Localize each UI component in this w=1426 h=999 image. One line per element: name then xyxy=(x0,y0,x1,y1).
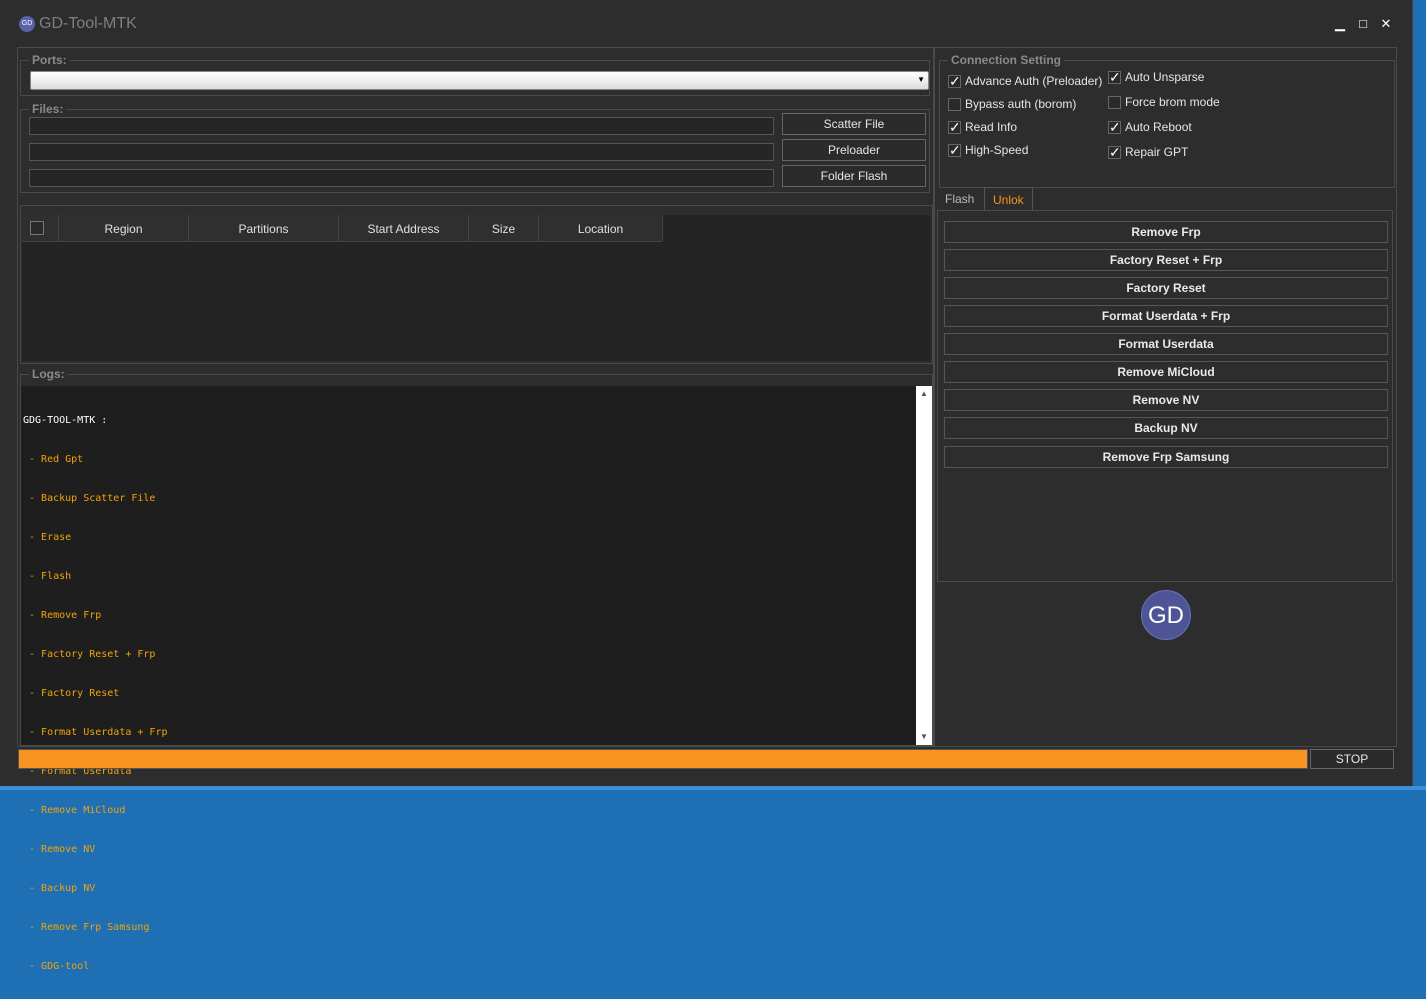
partitions-group: Region Partitions Start Address Size Loc… xyxy=(20,205,933,364)
app-window: GD GD-Tool-MTK ▁ □ ✕ Ports: ▼ Files: Sca… xyxy=(0,0,1413,972)
logs-output[interactable]: GDG-TOOL-MTK : - Red Gpt - Backup Scatte… xyxy=(21,386,932,972)
log-line: - Factory Reset xyxy=(23,688,120,699)
select-all-checkbox[interactable] xyxy=(30,221,44,235)
scatter-file-input[interactable] xyxy=(29,117,774,135)
maximize-button[interactable]: □ xyxy=(1355,16,1371,32)
window-title: GD-Tool-MTK xyxy=(39,15,137,32)
log-line: - Backup Scatter File xyxy=(23,493,156,504)
advance-auth-checkbox[interactable]: Advance Auth (Preloader) xyxy=(948,73,1103,90)
log-header: GDG-TOOL-MTK : xyxy=(23,415,108,426)
scroll-down-icon[interactable]: ▼ xyxy=(916,729,932,745)
unlok-tab-panel: Remove Frp Factory Reset + Frp Factory R… xyxy=(937,210,1393,582)
backup-nv-button[interactable]: Backup NV xyxy=(944,417,1388,439)
title-bar: GD GD-Tool-MTK ▁ □ ✕ xyxy=(0,0,1412,46)
tab-flash[interactable]: Flash xyxy=(937,187,982,211)
remove-frp-samsung-button[interactable]: Remove Frp Samsung xyxy=(944,446,1388,468)
log-line: - Factory Reset + Frp xyxy=(23,649,156,660)
high-speed-checkbox[interactable]: High-Speed xyxy=(948,142,1029,159)
auto-reboot-label: Auto Reboot xyxy=(1125,120,1192,134)
checkbox-unchecked-icon[interactable] xyxy=(948,97,961,111)
checkbox-checked-icon[interactable] xyxy=(1108,69,1121,86)
checkbox-unchecked-icon[interactable] xyxy=(1108,95,1121,109)
remove-micloud-button[interactable]: Remove MiCloud xyxy=(944,361,1388,383)
progress-bar xyxy=(18,749,1308,769)
log-line: - Remove Frp xyxy=(23,610,102,621)
taskbar-strip xyxy=(0,786,1426,790)
checkbox-checked-icon[interactable] xyxy=(948,73,961,90)
stop-button[interactable]: STOP xyxy=(1310,749,1394,769)
minimize-button[interactable]: ▁ xyxy=(1332,16,1348,32)
remove-frp-button[interactable]: Remove Frp xyxy=(944,221,1388,243)
logs-scrollbar[interactable]: ▲ ▼ xyxy=(916,386,932,745)
connection-setting-title: Connection Setting xyxy=(948,53,1064,67)
ports-group: Ports: ▼ xyxy=(20,53,930,96)
ports-title: Ports: xyxy=(29,53,70,67)
files-group: Files: Scatter File Preloader Folder Fla… xyxy=(20,102,930,193)
checkbox-checked-icon[interactable] xyxy=(948,142,961,159)
partitions-table: Region Partitions Start Address Size Loc… xyxy=(22,215,930,361)
force-brom-checkbox[interactable]: Force brom mode xyxy=(1108,95,1220,109)
bypass-auth-label: Bypass auth (borom) xyxy=(965,97,1077,111)
log-line: - Remove MiCloud xyxy=(23,805,126,816)
chevron-down-icon[interactable]: ▼ xyxy=(917,75,925,84)
repair-gpt-checkbox[interactable]: Repair GPT xyxy=(1108,144,1189,161)
preloader-input[interactable] xyxy=(29,143,774,161)
log-line: - Flash xyxy=(23,571,72,582)
log-line: - Backup NV xyxy=(23,883,96,894)
read-info-checkbox[interactable]: Read Info xyxy=(948,119,1018,136)
scroll-up-icon[interactable]: ▲ xyxy=(916,386,932,402)
format-userdata-button[interactable]: Format Userdata xyxy=(944,333,1388,355)
table-header: Region Partitions Start Address Size Loc… xyxy=(22,215,663,242)
auto-unsparse-checkbox[interactable]: Auto Unsparse xyxy=(1108,69,1205,86)
auto-reboot-checkbox[interactable]: Auto Reboot xyxy=(1108,119,1192,136)
left-panel: Ports: ▼ Files: Scatter File Preloader F… xyxy=(17,47,934,972)
remove-nv-button[interactable]: Remove NV xyxy=(944,389,1388,411)
checkbox-checked-icon[interactable] xyxy=(1108,119,1121,136)
column-size[interactable]: Size xyxy=(469,215,539,241)
force-brom-label: Force brom mode xyxy=(1125,95,1220,109)
log-line: - GDG-tool xyxy=(23,961,90,972)
gd-logo: GD xyxy=(1141,590,1191,640)
log-line: - Red Gpt xyxy=(23,454,84,465)
column-location[interactable]: Location xyxy=(539,215,663,241)
factory-reset-frp-button[interactable]: Factory Reset + Frp xyxy=(944,249,1388,271)
bypass-auth-checkbox[interactable]: Bypass auth (borom) xyxy=(948,97,1076,111)
auto-unsparse-label: Auto Unsparse xyxy=(1125,70,1205,84)
high-speed-label: High-Speed xyxy=(965,143,1029,157)
scatter-file-button[interactable]: Scatter File xyxy=(782,113,926,135)
log-line: - Erase xyxy=(23,532,72,543)
select-all-cell[interactable] xyxy=(22,215,59,241)
column-region[interactable]: Region xyxy=(59,215,189,241)
logs-group: Logs: GDG-TOOL-MTK : - Red Gpt - Backup … xyxy=(20,367,933,972)
factory-reset-button[interactable]: Factory Reset xyxy=(944,277,1388,299)
ports-combobox[interactable]: ▼ xyxy=(30,71,929,90)
progress-fill xyxy=(19,750,1307,768)
column-start-address[interactable]: Start Address xyxy=(339,215,469,241)
files-title: Files: xyxy=(29,102,67,116)
log-line: - Remove NV xyxy=(23,844,96,855)
log-line: - Remove Frp Samsung xyxy=(23,922,150,933)
advance-auth-label: Advance Auth (Preloader) xyxy=(965,74,1103,88)
checkbox-checked-icon[interactable] xyxy=(1108,144,1121,161)
column-partitions[interactable]: Partitions xyxy=(189,215,339,241)
checkbox-checked-icon[interactable] xyxy=(948,119,961,136)
folder-flash-input[interactable] xyxy=(29,169,774,187)
folder-flash-button[interactable]: Folder Flash xyxy=(782,165,926,187)
repair-gpt-label: Repair GPT xyxy=(1125,145,1189,159)
logs-title: Logs: xyxy=(29,367,68,381)
app-logo-icon: GD xyxy=(19,16,35,32)
tab-unlok[interactable]: Unlok xyxy=(984,187,1033,211)
preloader-button[interactable]: Preloader xyxy=(782,139,926,161)
logs-text: GDG-TOOL-MTK : - Red Gpt - Backup Scatte… xyxy=(23,388,168,999)
read-info-label: Read Info xyxy=(965,120,1018,134)
log-line: - Format Userdata + Frp xyxy=(23,727,168,738)
format-userdata-frp-button[interactable]: Format Userdata + Frp xyxy=(944,305,1388,327)
close-button[interactable]: ✕ xyxy=(1378,16,1394,32)
